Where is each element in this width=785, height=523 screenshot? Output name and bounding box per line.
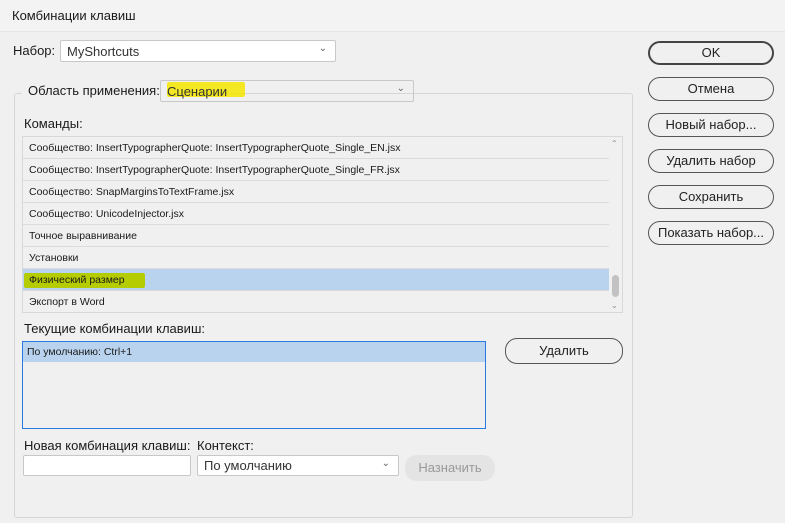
context-select[interactable]: По умолчанию ⌄ — [197, 455, 399, 476]
assign-button[interactable]: Назначить — [405, 455, 495, 481]
scroll-up-icon[interactable]: ⌃ — [611, 139, 618, 148]
list-item[interactable]: Сообщество: InsertTypographerQuote: Inse… — [23, 159, 610, 181]
title-bar: Комбинации клавиш — [0, 0, 785, 32]
chevron-down-icon: ⌄ — [396, 83, 405, 94]
area-label: Область применения: — [22, 83, 166, 98]
commands-label: Команды: — [24, 116, 83, 131]
scroll-down-icon[interactable]: ⌄ — [611, 301, 618, 310]
list-item[interactable]: Сообщество: UnicodeInjector.jsx — [23, 203, 610, 225]
area-value: Сценарии — [167, 84, 228, 99]
chevron-down-icon: ⌄ — [318, 43, 327, 54]
delete-set-button[interactable]: Удалить набор — [648, 149, 774, 173]
show-set-button[interactable]: Показать набор... — [648, 221, 774, 245]
window-title: Комбинации клавиш — [12, 8, 136, 23]
area-select[interactable]: Сценарии ⌄ — [160, 80, 414, 102]
delete-shortcut-button[interactable]: Удалить — [505, 338, 623, 364]
save-button[interactable]: Сохранить — [648, 185, 774, 209]
new-shortcut-label: Новая комбинация клавиш: — [24, 438, 191, 453]
list-item[interactable]: Установки — [23, 247, 610, 269]
commands-list[interactable]: Сообщество: InsertTypographerQuote: Inse… — [22, 136, 623, 313]
context-label: Контекст: — [197, 438, 254, 453]
chevron-down-icon: ⌄ — [381, 458, 390, 469]
set-label: Набор: — [13, 43, 56, 58]
ok-button[interactable]: OK — [648, 41, 774, 65]
cancel-button[interactable]: Отмена — [648, 77, 774, 101]
list-item[interactable]: По умолчанию: Ctrl+1 — [23, 342, 485, 362]
new-shortcut-input[interactable] — [23, 455, 191, 476]
scrollbar[interactable]: ⌃ ⌄ — [609, 137, 622, 312]
list-item-selected[interactable]: Физический размер — [23, 269, 610, 291]
set-value: MyShortcuts — [67, 44, 140, 59]
scrollbar-thumb[interactable] — [612, 275, 619, 297]
new-set-button[interactable]: Новый набор... — [648, 113, 774, 137]
current-shortcuts-label: Текущие комбинации клавиш: — [24, 321, 205, 336]
current-shortcuts-list[interactable]: По умолчанию: Ctrl+1 — [22, 341, 486, 429]
list-item[interactable]: Экспорт в Word — [23, 291, 610, 312]
list-item-label: Физический размер — [29, 274, 125, 286]
context-value: По умолчанию — [204, 458, 292, 473]
list-item[interactable]: Точное выравнивание — [23, 225, 610, 247]
set-select[interactable]: MyShortcuts ⌄ — [60, 40, 336, 62]
list-item[interactable]: Сообщество: SnapMarginsToTextFrame.jsx — [23, 181, 610, 203]
list-item[interactable]: Сообщество: InsertTypographerQuote: Inse… — [23, 137, 610, 159]
